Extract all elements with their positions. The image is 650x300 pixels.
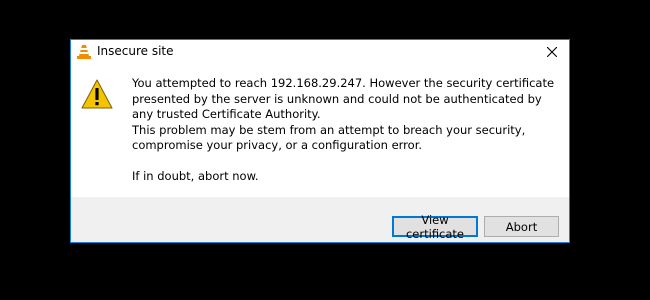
message-paragraph: This problem may be stem from an attempt… (132, 122, 526, 153)
message-paragraph: If in doubt, abort now. (132, 168, 259, 183)
view-certificate-button[interactable]: View certificate (392, 213, 478, 241)
button-bar: View certificate Abort (71, 197, 569, 242)
warning-icon (81, 79, 113, 109)
close-button[interactable] (535, 40, 569, 63)
title-bar[interactable]: Insecure site (71, 40, 569, 63)
abort-button[interactable]: Abort (484, 216, 559, 237)
insecure-site-dialog: Insecure site You attempted to reach 192… (70, 39, 570, 243)
window-title: Insecure site (97, 44, 174, 58)
dialog-content: You attempted to reach 192.168.29.247. H… (71, 63, 569, 197)
close-icon (546, 42, 558, 61)
vlc-cone-icon (77, 44, 91, 59)
message-text: You attempted to reach 192.168.29.247. H… (132, 76, 562, 184)
message-paragraph: You attempted to reach 192.168.29.247. H… (132, 76, 555, 121)
